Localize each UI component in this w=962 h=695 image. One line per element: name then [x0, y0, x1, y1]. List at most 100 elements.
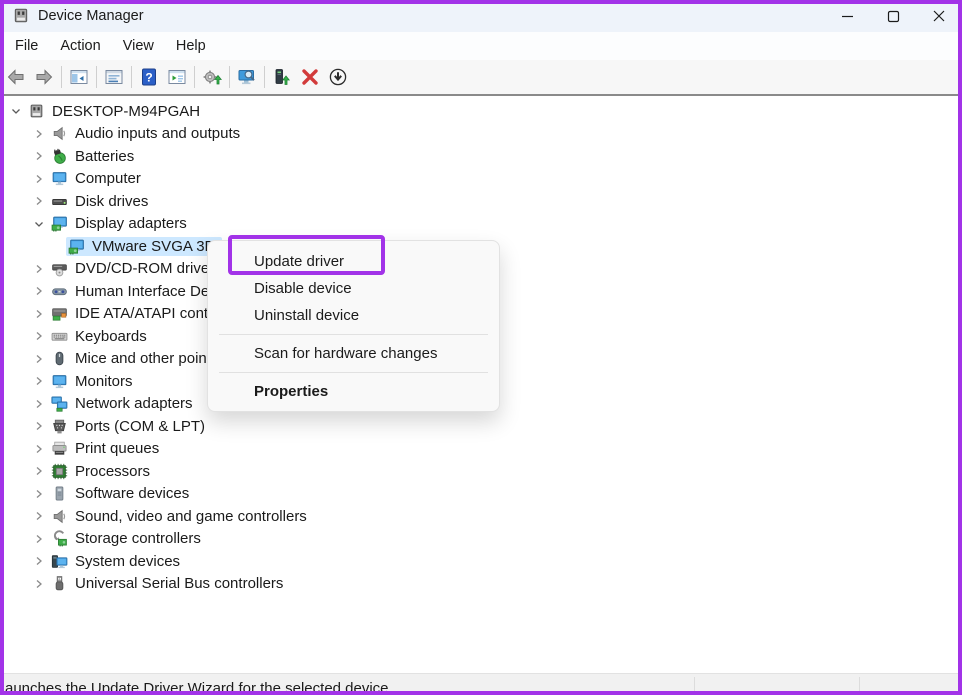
software-device-icon	[51, 485, 68, 502]
chevron-right-icon[interactable]	[29, 306, 49, 322]
minimize-button[interactable]	[824, 0, 870, 32]
dvd-drive-icon	[51, 260, 68, 277]
window-title: Device Manager	[38, 8, 144, 24]
tree-item-disk-drives[interactable]: Disk drives	[0, 190, 962, 213]
update-driver-software-button[interactable]	[198, 63, 226, 91]
toolbar-group	[268, 63, 352, 91]
update-driver-button[interactable]	[268, 63, 296, 91]
toolbar-group	[65, 63, 93, 91]
tree-item-system-devices[interactable]: System devices	[0, 550, 962, 573]
chevron-right-icon[interactable]	[29, 576, 49, 592]
tree-item-display-adapters[interactable]: Display adapters	[0, 213, 962, 236]
tree-item-ports-com-lpt[interactable]: Ports (COM & LPT)	[0, 415, 962, 438]
disable-device-button[interactable]	[324, 63, 352, 91]
tree-item-software-devices[interactable]: Software devices	[0, 483, 962, 506]
tree-item-content: Sound, video and game controllers	[49, 507, 314, 526]
back-arrow-icon	[6, 67, 26, 87]
toolbar-group	[233, 63, 261, 91]
context-menu-item-properties[interactable]: Properties	[208, 378, 499, 405]
chevron-right-icon[interactable]	[29, 148, 49, 164]
toolbar-separator	[194, 66, 195, 88]
chevron-right-icon[interactable]	[29, 351, 49, 367]
display-adapter-icon	[51, 215, 68, 232]
chevron-right-icon[interactable]	[29, 283, 49, 299]
close-icon	[932, 9, 946, 23]
close-button[interactable]	[916, 0, 962, 32]
toolbar-separator	[131, 66, 132, 88]
tree-item-storage-controllers[interactable]: Storage controllers	[0, 528, 962, 551]
toolbar-group	[2, 63, 58, 91]
tree-item-content: Computer	[49, 169, 148, 188]
tree-item-label: Audio inputs and outputs	[75, 125, 240, 142]
chevron-down-icon[interactable]	[29, 216, 49, 232]
tree-item-label: Ports (COM & LPT)	[75, 418, 205, 435]
tree-item-sound-video-and-game-controllers[interactable]: Sound, video and game controllers	[0, 505, 962, 528]
tree-item-label: Computer	[75, 170, 141, 187]
menu-view[interactable]: View	[112, 34, 165, 58]
mouse-icon	[51, 350, 68, 367]
chevron-right-icon[interactable]	[29, 441, 49, 457]
tree-item-label: Sound, video and game controllers	[75, 508, 307, 525]
chevron-right-icon[interactable]	[29, 373, 49, 389]
tree-item-audio-inputs-and-outputs[interactable]: Audio inputs and outputs	[0, 123, 962, 146]
disk-drive-icon	[51, 193, 68, 210]
chevron-right-icon[interactable]	[29, 463, 49, 479]
chevron-right-icon[interactable]	[29, 553, 49, 569]
back-button[interactable]	[2, 63, 30, 91]
tree-item-batteries[interactable]: Batteries	[0, 145, 962, 168]
chevron-right-icon[interactable]	[29, 396, 49, 412]
toolbar-separator	[264, 66, 265, 88]
chevron-right-icon[interactable]	[29, 261, 49, 277]
show-console-tree-button[interactable]	[65, 63, 93, 91]
scan-monitor-icon	[237, 67, 257, 87]
display-adapter-icon	[68, 238, 85, 255]
ide-controller-icon	[51, 305, 68, 322]
red-x-icon	[300, 67, 320, 87]
toolbar-group	[198, 63, 226, 91]
tree-item-desktop-m94pgah[interactable]: DESKTOP-M94PGAH	[0, 100, 962, 123]
maximize-button[interactable]	[870, 0, 916, 32]
uninstall-device-button[interactable]	[296, 63, 324, 91]
tree-item-label: Processors	[75, 463, 150, 480]
help-button[interactable]: ?	[135, 63, 163, 91]
device-manager-window: Device Manager FileActionViewHelp ? DESK…	[0, 0, 962, 695]
context-menu-item-scan-for-hardware-changes[interactable]: Scan for hardware changes	[208, 340, 499, 367]
chevron-right-icon[interactable]	[29, 486, 49, 502]
device-update-icon	[272, 67, 292, 87]
audio-speaker-icon	[51, 508, 68, 525]
tree-item-print-queues[interactable]: Print queues	[0, 438, 962, 461]
properties-pane-button[interactable]	[100, 63, 128, 91]
serial-port-icon	[51, 418, 68, 435]
chevron-right-icon[interactable]	[29, 418, 49, 434]
menu-action[interactable]: Action	[49, 34, 111, 58]
tree-item-computer[interactable]: Computer	[0, 168, 962, 191]
hid-gamepad-icon	[51, 283, 68, 300]
tree-item-label: Storage controllers	[75, 530, 201, 547]
chevron-right-icon[interactable]	[29, 171, 49, 187]
tree-item-processors[interactable]: Processors	[0, 460, 962, 483]
tree-item-label: Universal Serial Bus controllers	[75, 575, 283, 592]
menu-help[interactable]: Help	[165, 34, 217, 58]
chevron-right-icon[interactable]	[29, 126, 49, 142]
forward-arrow-icon	[34, 67, 54, 87]
tree-item-label: DVD/CD-ROM drives	[75, 260, 217, 277]
storage-controller-icon	[51, 530, 68, 547]
forward-button[interactable]	[30, 63, 58, 91]
chevron-right-icon[interactable]	[29, 531, 49, 547]
chevron-down-icon[interactable]	[6, 103, 26, 119]
toolbar-separator	[96, 66, 97, 88]
chevron-right-icon[interactable]	[29, 508, 49, 524]
chevron-right-icon[interactable]	[29, 193, 49, 209]
tree-item-content: Display adapters	[49, 214, 194, 233]
tree-item-universal-serial-bus-controllers[interactable]: Universal Serial Bus controllers	[0, 573, 962, 596]
context-menu-item-disable-device[interactable]: Disable device	[208, 275, 499, 302]
context-menu-item-uninstall-device[interactable]: Uninstall device	[208, 302, 499, 329]
scan-for-hardware-changes-button[interactable]	[233, 63, 261, 91]
show-action-pane-button[interactable]	[163, 63, 191, 91]
processor-icon	[51, 463, 68, 480]
context-menu-separator	[219, 334, 488, 335]
menu-file[interactable]: File	[4, 34, 49, 58]
status-separator	[694, 677, 695, 695]
chevron-right-icon[interactable]	[29, 328, 49, 344]
context-menu-item-update-driver[interactable]: Update driver	[208, 248, 499, 275]
